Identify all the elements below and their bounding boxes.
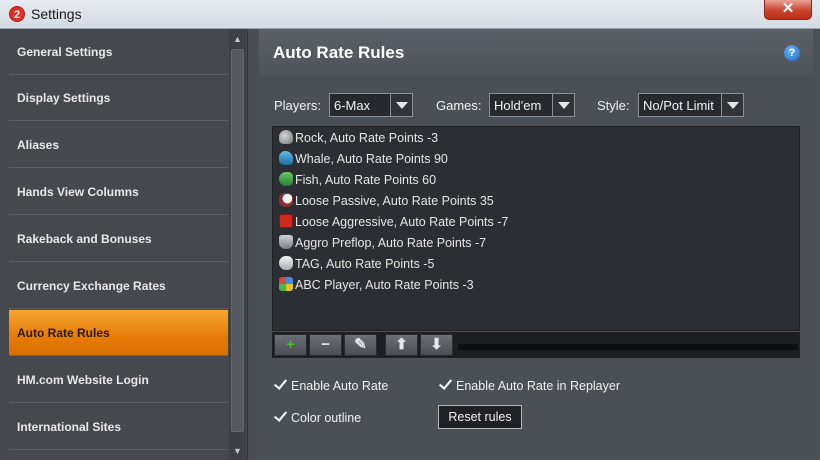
rule-text: Rock, Auto Rate Points -3 [295, 131, 439, 145]
color-outline-label: Color outline [291, 411, 362, 425]
scroll-down-arrow-icon[interactable]: ▼ [229, 443, 246, 460]
rule-text: Loose Aggressive, Auto Rate Points -7 [295, 215, 509, 229]
sidebar-item-aliases[interactable]: Aliases [9, 122, 228, 168]
sidebar-item-rakeback-and-bonuses[interactable]: Rakeback and Bonuses [9, 216, 228, 262]
scroll-up-arrow-icon[interactable]: ▲ [229, 31, 246, 48]
sidebar-item-display-settings[interactable]: Display Settings [9, 75, 228, 121]
enable-replayer-checkbox[interactable]: Enable Auto Rate in Replayer [438, 378, 620, 394]
list-item[interactable]: Whale, Auto Rate Points 90 [279, 149, 448, 170]
rule-text: Fish, Auto Rate Points 60 [295, 173, 437, 187]
style-label: Style: [597, 98, 630, 113]
panel-header: Auto Rate Rules ? [259, 29, 813, 75]
list-item[interactable]: Fish, Auto Rate Points 60 [279, 170, 436, 191]
reset-rules-button[interactable]: Reset rules [438, 405, 522, 429]
rule-text: Whale, Auto Rate Points 90 [295, 152, 448, 166]
app-icon: 2 [9, 6, 25, 22]
move-up-button[interactable]: ⬆ [385, 334, 418, 356]
chevron-down-icon[interactable] [390, 94, 412, 116]
list-item[interactable]: Loose Passive, Auto Rate Points 35 [279, 191, 494, 212]
checkmark-icon[interactable] [273, 410, 287, 424]
toolbar-divider [458, 344, 798, 350]
page-title: Auto Rate Rules [273, 43, 405, 62]
checkmark-icon[interactable] [438, 378, 452, 392]
rules-toolbar: + − ✎ ⬆ ⬇ [272, 332, 800, 358]
list-item[interactable]: Aggro Preflop, Auto Rate Points -7 [279, 233, 486, 254]
players-select[interactable]: 6-Max [329, 93, 413, 117]
cow-icon [279, 193, 293, 207]
sidebar-scrollbar[interactable]: ▲ ▼ [229, 29, 246, 460]
sidebar-item-hands-view-columns[interactable]: Hands View Columns [9, 169, 228, 215]
sidebar-item-auto-rate-rules[interactable]: Auto Rate Rules [9, 310, 228, 356]
players-select-value: 6-Max [334, 98, 371, 113]
list-item[interactable]: Loose Aggressive, Auto Rate Points -7 [279, 212, 508, 233]
games-select[interactable]: Hold'em [489, 93, 575, 117]
rock-icon [279, 130, 293, 144]
rule-text: TAG, Auto Rate Points -5 [295, 257, 435, 271]
chevron-down-icon[interactable] [721, 94, 743, 116]
add-rule-button[interactable]: + [274, 334, 307, 356]
style-select-value: No/Pot Limit [643, 98, 714, 113]
content-panel: Auto Rate Rules ? Players: 6-Max Games: … [259, 29, 820, 460]
chevron-down-icon[interactable] [552, 94, 574, 116]
fish-icon [279, 172, 293, 186]
rule-text: Loose Passive, Auto Rate Points 35 [295, 194, 494, 208]
sidebar-nav: General Settings Display Settings Aliase… [9, 29, 228, 460]
remove-rule-button[interactable]: − [309, 334, 342, 356]
close-button[interactable]: ✕ [764, 0, 812, 20]
enable-auto-rate-checkbox[interactable]: Enable Auto Rate [273, 378, 388, 394]
style-select[interactable]: No/Pot Limit [638, 93, 744, 117]
sidebar-item-international-sites[interactable]: International Sites [9, 404, 228, 450]
games-select-value: Hold'em [494, 98, 542, 113]
edit-rule-button[interactable]: ✎ [344, 334, 377, 356]
window-titlebar: 2 Settings ✕ [0, 0, 820, 29]
sidebar-item-currency-exchange-rates[interactable]: Currency Exchange Rates [9, 263, 228, 309]
enable-replayer-label: Enable Auto Rate in Replayer [456, 379, 620, 393]
sidebar-item-hm-website-login[interactable]: HM.com Website Login [9, 357, 228, 403]
list-item[interactable]: TAG, Auto Rate Points -5 [279, 254, 434, 275]
blocks-icon [279, 277, 293, 291]
enable-auto-rate-label: Enable Auto Rate [291, 379, 389, 393]
rules-list[interactable]: Rock, Auto Rate Points -3 Whale, Auto Ra… [272, 126, 800, 331]
color-outline-checkbox[interactable]: Color outline [273, 410, 361, 426]
whale-icon [279, 151, 293, 165]
scroll-thumb[interactable] [231, 49, 244, 432]
players-label: Players: [274, 98, 321, 113]
list-item[interactable]: Rock, Auto Rate Points -3 [279, 128, 438, 149]
list-item[interactable]: ABC Player, Auto Rate Points -3 [279, 275, 474, 296]
move-down-button[interactable]: ⬇ [420, 334, 453, 356]
window-title: Settings [31, 6, 82, 22]
rule-text: ABC Player, Auto Rate Points -3 [295, 278, 474, 292]
shark-icon [279, 256, 293, 270]
help-icon[interactable]: ? [784, 45, 800, 61]
sidebar: General Settings Display Settings Aliase… [0, 29, 248, 460]
games-label: Games: [436, 98, 482, 113]
rule-text: Aggro Preflop, Auto Rate Points -7 [295, 236, 487, 250]
sidebar-item-general-settings[interactable]: General Settings [9, 29, 228, 75]
checkmark-icon[interactable] [273, 378, 287, 392]
dice-icon [279, 214, 293, 228]
tornado-icon [279, 235, 293, 249]
